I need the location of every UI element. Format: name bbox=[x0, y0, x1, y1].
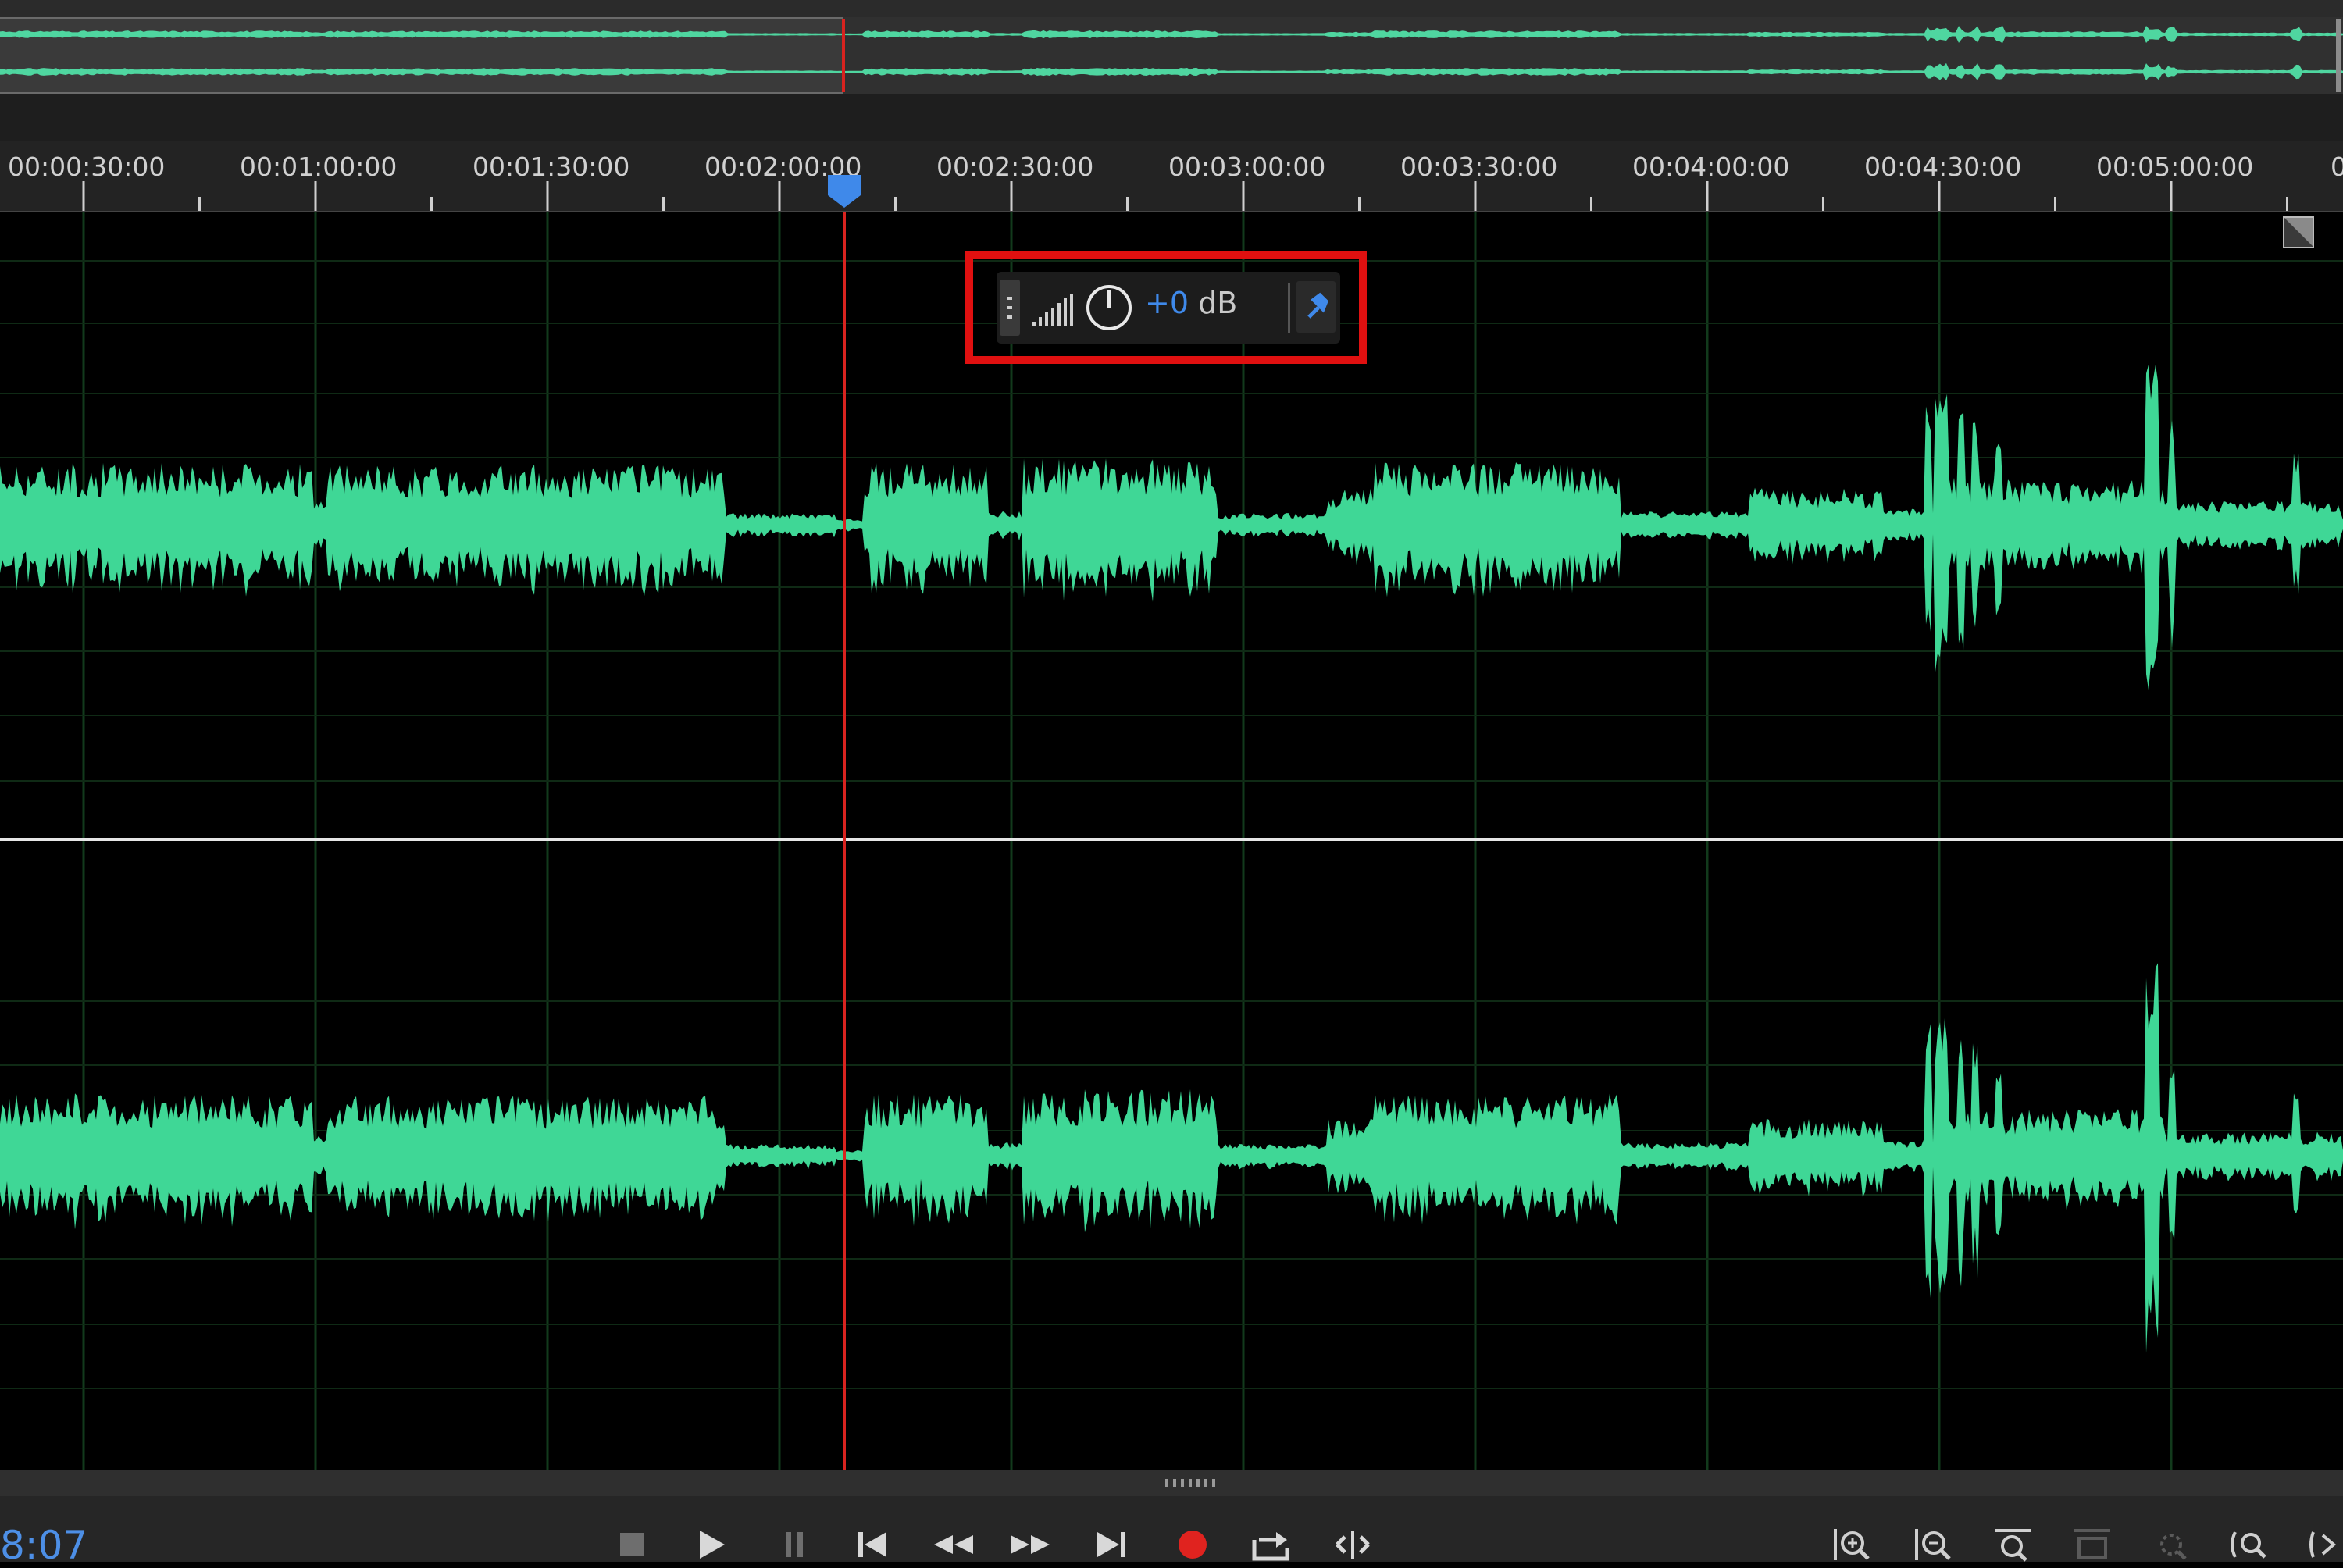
zoom-in-point-icon bbox=[2231, 1531, 2266, 1559]
right-channel-waveform bbox=[0, 963, 2343, 1353]
grip-icon[interactable] bbox=[1000, 280, 1020, 336]
overview-channel-waveform bbox=[0, 62, 2343, 81]
amplitude-hud[interactable]: +0 dB bbox=[997, 272, 1340, 344]
skip-back-icon bbox=[858, 1532, 886, 1557]
rewind-icon bbox=[934, 1535, 973, 1554]
stop-icon bbox=[620, 1533, 644, 1556]
pause-icon bbox=[786, 1532, 803, 1557]
rewind-button[interactable] bbox=[931, 1527, 973, 1562]
stop-button[interactable] bbox=[611, 1527, 653, 1562]
channel-map-toggle-icon[interactable] bbox=[2282, 216, 2315, 248]
gain-knob-icon[interactable] bbox=[1084, 283, 1134, 333]
waveform-canvas[interactable] bbox=[0, 212, 2343, 1470]
skip-forward-icon bbox=[1097, 1532, 1125, 1557]
pin-icon[interactable] bbox=[1296, 281, 1336, 333]
loop-button[interactable] bbox=[1250, 1527, 1292, 1562]
play-button[interactable] bbox=[690, 1527, 733, 1562]
skip-selection-icon bbox=[1336, 1531, 1370, 1559]
fast-forward-button[interactable] bbox=[1009, 1527, 1051, 1562]
go-to-end-button[interactable] bbox=[1090, 1527, 1132, 1562]
zoom-in-point-button[interactable] bbox=[2227, 1527, 2270, 1562]
zoom-out-amplitude-icon bbox=[1915, 1529, 1951, 1560]
overview-channel-waveform bbox=[0, 25, 2343, 44]
zoom-in-point-icon bbox=[2309, 1531, 2337, 1558]
zoom-selection-icon bbox=[2160, 1534, 2187, 1560]
zoom-in-amplitude-button[interactable] bbox=[1831, 1527, 1873, 1562]
grip-dots-icon[interactable] bbox=[1164, 1476, 1218, 1490]
gain-unit: dB bbox=[1198, 286, 1238, 320]
current-time-indicator[interactable] bbox=[828, 175, 861, 208]
zoom-out-full-icon bbox=[2074, 1529, 2110, 1559]
skip-selection-button[interactable] bbox=[1331, 1527, 1373, 1562]
fast-forward-icon bbox=[1011, 1535, 1050, 1554]
zoom-navigator-bar[interactable] bbox=[0, 94, 2343, 141]
play-icon bbox=[700, 1531, 725, 1559]
pause-button[interactable] bbox=[773, 1527, 815, 1562]
zoom-extra-button[interactable] bbox=[2304, 1527, 2343, 1562]
ruler-ticks bbox=[82, 175, 2288, 211]
zoom-in-time-button[interactable] bbox=[1992, 1527, 2034, 1562]
overview-waveform-svg bbox=[0, 19, 2343, 92]
zoom-in-amplitude-icon bbox=[1834, 1529, 1870, 1560]
go-to-start-button[interactable] bbox=[851, 1527, 893, 1562]
record-icon bbox=[1179, 1531, 1207, 1559]
current-time-readout[interactable]: 8:07 bbox=[0, 1523, 87, 1568]
hud-separator bbox=[1288, 283, 1290, 333]
record-button[interactable] bbox=[1172, 1527, 1214, 1562]
gain-value[interactable]: +0 bbox=[1145, 286, 1189, 320]
zoom-in-time-icon bbox=[1995, 1529, 2031, 1562]
left-channel-waveform bbox=[0, 365, 2343, 690]
gain-readout[interactable]: +0 dB bbox=[1145, 286, 1237, 320]
level-meter-icon bbox=[1032, 294, 1073, 326]
zoom-out-amplitude-button[interactable] bbox=[1912, 1527, 1954, 1562]
loop-icon bbox=[1252, 1532, 1289, 1561]
zoom-selection-button[interactable] bbox=[2151, 1527, 2193, 1562]
zoom-out-full-button[interactable] bbox=[2071, 1527, 2113, 1562]
waveform-editor[interactable] bbox=[0, 212, 2343, 1470]
